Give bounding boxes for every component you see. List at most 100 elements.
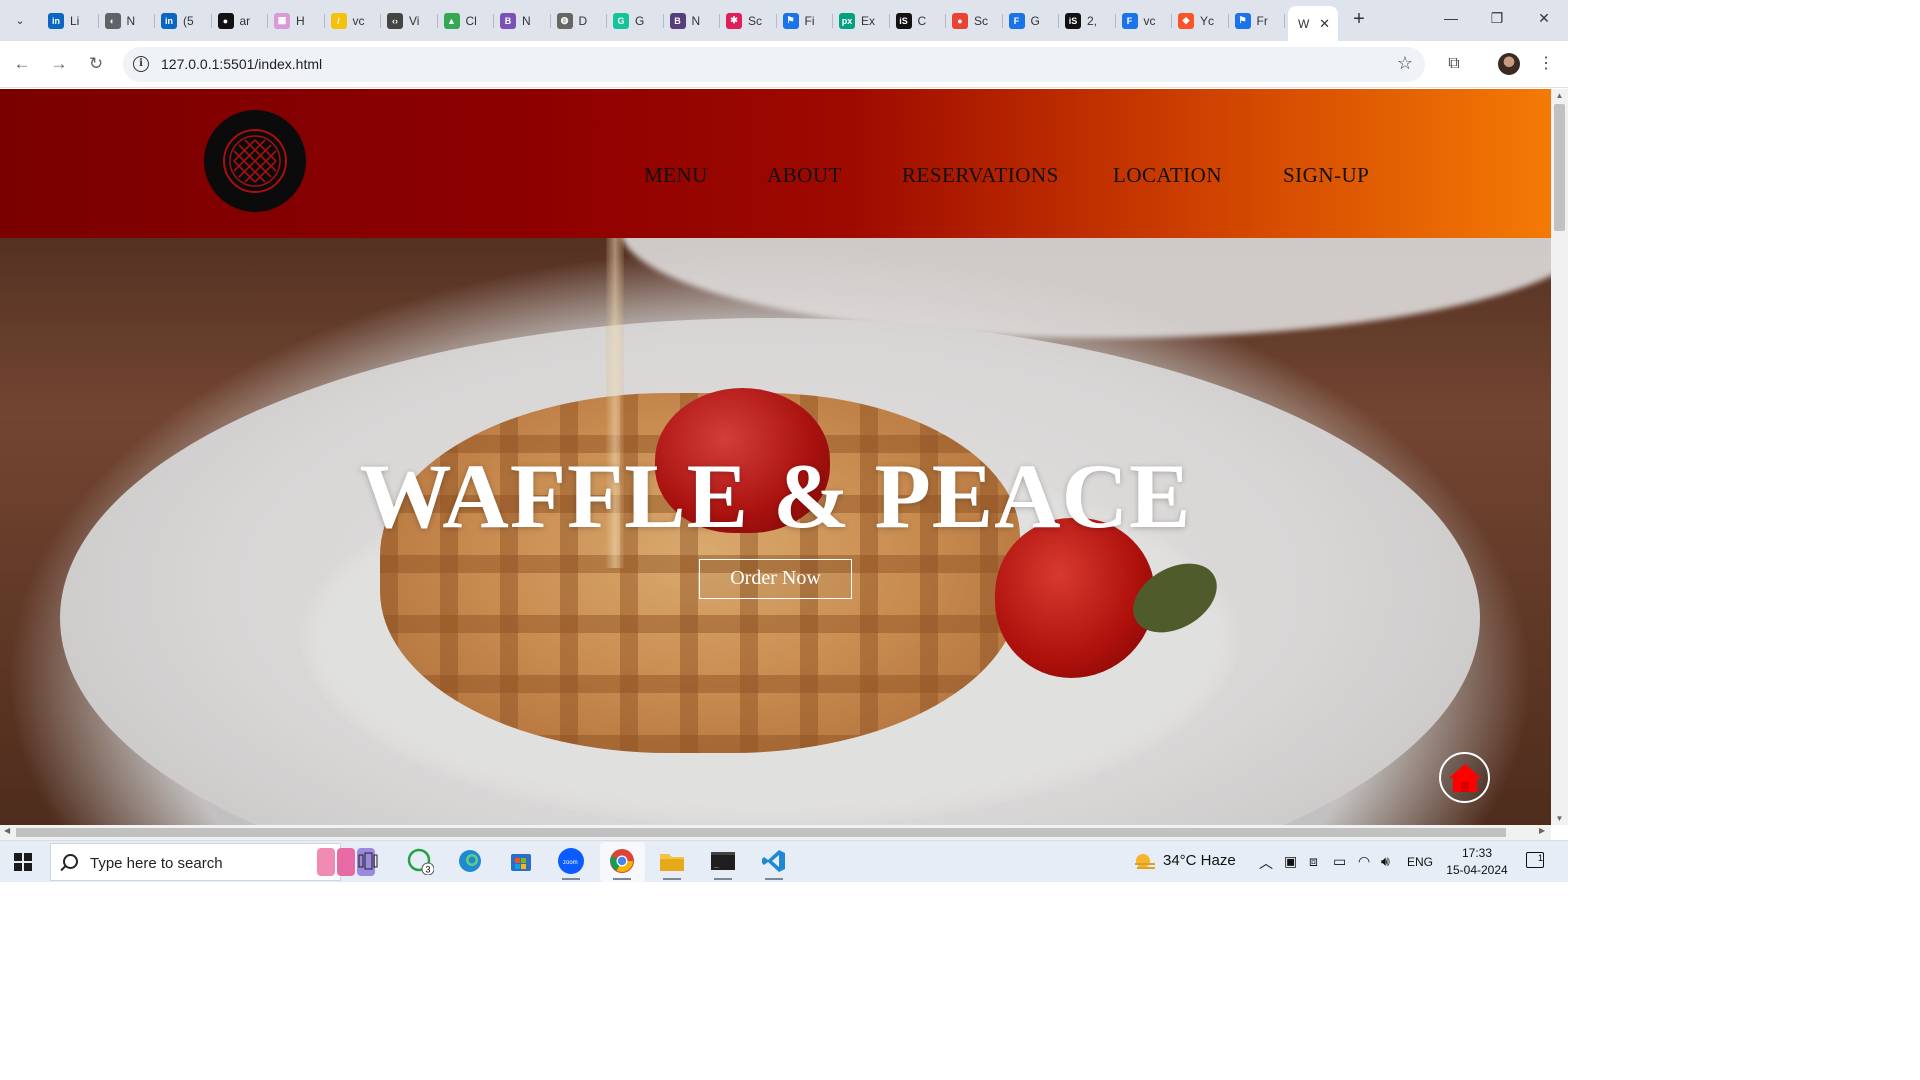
browser-tab[interactable]: / vc (325, 6, 382, 35)
back-arrow-icon[interactable]: ← (11, 53, 33, 75)
browser-tab-label: (5 (183, 13, 194, 28)
scroll-right-arrow-icon[interactable]: ▶ (1539, 826, 1545, 835)
address-url[interactable]: 127.0.0.1:5501/index.html (161, 56, 322, 72)
vscode-icon[interactable] (760, 847, 788, 880)
waffle-logo-icon (223, 129, 287, 193)
horizontal-scrollbar[interactable]: ◀ ▶ (0, 825, 1551, 840)
bootstrap-icon: B (669, 12, 686, 29)
browser-tab[interactable]: ◍ D (551, 6, 608, 35)
microsoft-store-icon[interactable] (507, 847, 535, 875)
browser-tab[interactable]: Fvc (1116, 6, 1173, 35)
nav-sign-up-link[interactable]: SIGN-UP (1283, 163, 1369, 188)
whatsapp-icon[interactable]: 3 (406, 847, 434, 875)
browser-tab[interactable]: ⚑ Fi (777, 6, 834, 35)
new-tab-button[interactable]: + (1348, 9, 1370, 31)
browser-toolbar: ← → ↻ i 127.0.0.1:5501/index.html ☆ ⧉ ⋮ (0, 41, 1568, 88)
browser-tab-label: ar (239, 13, 251, 28)
forms-icon: F (1121, 12, 1138, 29)
tab-search-chevron-icon[interactable]: ⌄ (8, 8, 32, 32)
address-bar[interactable]: i 127.0.0.1:5501/index.html ☆ (123, 47, 1425, 82)
language-indicator[interactable]: ENG (1407, 855, 1433, 869)
scroll-down-arrow-icon[interactable]: ▼ (1551, 814, 1568, 823)
weather-text[interactable]: 34°C Haze (1163, 852, 1236, 869)
terminal-icon[interactable]: _ (709, 847, 737, 880)
windows-start-icon[interactable] (14, 853, 32, 871)
browser-tab[interactable]: ✱ Sc (720, 6, 777, 35)
browser-tab[interactable]: ◐ N (99, 6, 156, 35)
nav-location-link[interactable]: LOCATION (1113, 163, 1222, 188)
browser-tab[interactable]: in (5 (155, 6, 212, 35)
tray-chevron-up-icon[interactable]: ︿ (1259, 853, 1273, 873)
volume-icon[interactable]: 🔊︎ (1381, 853, 1390, 870)
is-icon: iS (895, 12, 912, 29)
nav-reservations-link[interactable]: RESERVATIONS (902, 163, 1059, 188)
zoom-icon[interactable]: zoom (557, 847, 585, 880)
browser-tab[interactable]: ▦ H (268, 6, 325, 35)
browser-tab[interactable]: px Ex (833, 6, 890, 35)
browser-tab-label: Sc (974, 13, 989, 28)
browser-tab[interactable]: FG (1003, 6, 1060, 35)
browser-tab-label: N (691, 13, 701, 28)
site-info-icon[interactable]: i (133, 56, 149, 72)
minimize-window-button[interactable]: — (1441, 10, 1461, 26)
browser-tab[interactable]: ◆ Yc (1172, 6, 1229, 35)
close-tab-icon[interactable]: ✕ (1319, 16, 1330, 32)
home-button[interactable] (1439, 752, 1490, 803)
taskbar-clock[interactable]: 17:33 15-04-2024 (1446, 845, 1508, 879)
close-window-button[interactable]: ✕ (1534, 10, 1554, 27)
linkedin-icon: in (161, 12, 177, 29)
notification-center-icon[interactable]: 1 (1526, 852, 1544, 868)
browser-tab[interactable]: ● Sc (946, 6, 1003, 35)
browser-tab-label: N (522, 13, 531, 28)
taskbar-search-placeholder[interactable]: Type here to search (90, 855, 223, 872)
bookmark-star-icon[interactable]: ☆ (1397, 53, 1413, 74)
browser-tab[interactable]: ⚑ Fr (1229, 6, 1286, 35)
browser-tab-label: Sc (748, 13, 763, 28)
browser-tab[interactable]: BN (494, 6, 551, 35)
browser-tab-label: Cl (465, 13, 477, 28)
scroll-left-arrow-icon[interactable]: ◀ (4, 826, 10, 835)
nav-about-link[interactable]: ABOUT (767, 163, 842, 188)
svg-text:zoom: zoom (563, 860, 578, 866)
browser-tab[interactable]: ‹› Vi (381, 6, 438, 35)
clock-date: 15-04-2024 (1446, 863, 1508, 877)
task-view-icon[interactable] (354, 847, 382, 875)
tray-display-icon[interactable]: ⧈ (1309, 853, 1318, 870)
browser-tab-label: D (578, 13, 588, 28)
edge-icon[interactable] (456, 847, 484, 875)
chrome-icon[interactable] (608, 847, 636, 880)
wifi-icon[interactable]: ◠ (1358, 853, 1370, 870)
nav-menu-link[interactable]: MENU (644, 163, 708, 188)
site-header: MENU ABOUT RESERVATIONS LOCATION SIGN-UP (0, 89, 1551, 238)
horizontal-scroll-thumb[interactable] (16, 828, 1506, 837)
scroll-up-arrow-icon[interactable]: ▲ (1551, 91, 1568, 100)
browser-menu-icon[interactable]: ⋮ (1535, 53, 1557, 75)
active-browser-tab[interactable]: W ✕ (1288, 6, 1338, 41)
reload-icon[interactable]: ↻ (85, 53, 107, 75)
order-now-button[interactable]: Order Now (699, 559, 852, 599)
browser-tab[interactable]: in Li (42, 6, 99, 35)
tab-list: in Li ◐ Nin (5 ● ar ▦ H / vc ‹› Vi ▲ Cl B N ◍ D G G B N ✱ Sc ⚑ Fi p… (42, 6, 1338, 41)
pexels-icon: px (839, 12, 855, 29)
browser-tab[interactable]: iS C (890, 6, 947, 35)
taskbar-search-box[interactable]: Type here to search (50, 843, 375, 881)
battery-icon[interactable]: ▭ (1333, 853, 1346, 870)
maximize-window-button[interactable]: ❐ (1487, 10, 1507, 27)
profile-avatar[interactable] (1498, 53, 1520, 75)
tray-device-icon[interactable]: ▣ (1284, 853, 1297, 870)
vertical-scrollbar[interactable]: ▲ ▼ (1551, 89, 1568, 825)
file-explorer-icon[interactable] (658, 847, 686, 880)
forward-arrow-icon[interactable]: → (48, 53, 70, 75)
browser-tab[interactable]: ▲ Cl (438, 6, 495, 35)
browser-tab[interactable]: GG (607, 6, 664, 35)
vertical-scroll-thumb[interactable] (1554, 104, 1565, 231)
extensions-icon[interactable]: ⧉ (1443, 53, 1465, 75)
browser-tab[interactable]: BN (664, 6, 721, 35)
code-yellow-icon: / (330, 12, 347, 29)
browser-tab[interactable]: iS 2, (1059, 6, 1116, 35)
slack-icon: ✱ (726, 12, 742, 29)
waffle-logo[interactable] (204, 110, 306, 212)
drive-icon: ▲ (443, 12, 460, 29)
weather-sun-icon[interactable] (1133, 851, 1157, 874)
browser-tab[interactable]: ● ar (212, 6, 269, 35)
